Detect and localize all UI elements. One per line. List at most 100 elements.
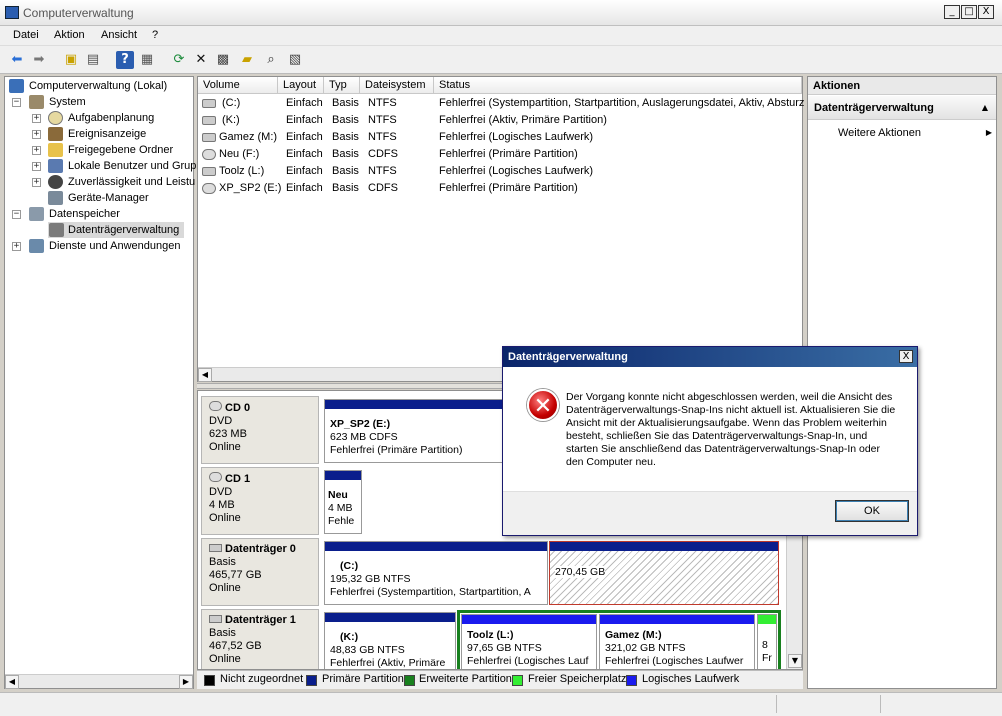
cd-drive-icon [209,401,222,411]
legend-swatch-primary [306,675,317,686]
legend-swatch-extended [404,675,415,686]
up-folder-icon[interactable]: ▣ [62,51,80,69]
refresh-icon[interactable]: ⟳ [170,51,188,69]
clock-icon [48,111,63,125]
storage-icon [29,207,44,221]
console-tree: Computerverwaltung (Lokal) − System + Au… [4,76,203,689]
help-icon[interactable]: ? [116,51,134,69]
partition-xp-sp2[interactable]: XP_SP2 (E:) 623 MB CDFS Fehlerfrei (Prim… [324,399,504,463]
tree-item-datentraegerverwaltung[interactable]: Datenträgerverwaltung [48,222,184,238]
expand-icon[interactable]: + [32,162,41,171]
legend-label: Primäre Partition [322,673,404,685]
device-manager-icon [48,191,63,205]
legend-label: Freier Speicherplatz [528,673,627,685]
expand-icon[interactable]: + [32,146,41,155]
actions-section-datentraegerverwaltung[interactable]: Datenträgerverwaltung ▲ [808,96,996,120]
logical-drive-bar [462,615,596,624]
column-header-dateisystem[interactable]: Dateisystem [360,77,434,94]
expand-icon[interactable]: + [32,114,41,123]
menu-help[interactable]: ? [152,29,158,41]
submenu-arrow-icon: ▶ [985,128,992,137]
scroll-left-icon[interactable]: ◀ [198,368,212,382]
show-hide-tree-icon[interactable]: ▤ [84,51,102,69]
users-icon [48,159,63,173]
expand-icon[interactable]: + [32,178,41,187]
back-arrow-icon[interactable]: ⬅ [8,51,26,69]
scroll-left-icon[interactable]: ◀ [5,675,19,689]
delete-icon[interactable]: ✕ [192,51,210,69]
primary-partition-bar [325,542,547,551]
minimize-button[interactable]: _ [944,5,960,19]
open-icon[interactable]: ▰ [238,51,256,69]
table-row[interactable]: XP_SP2 (E:) Einfach Basis CDFS Fehlerfre… [198,180,802,197]
column-header-layout[interactable]: Layout [278,77,324,94]
close-button[interactable]: X [978,5,994,19]
collapse-up-icon[interactable]: ▲ [982,96,988,120]
legend-label: Erweiterte Partition [419,673,512,685]
disk-label-cd0[interactable]: CD 0 DVD 623 MB Online [201,396,319,464]
status-bar [0,692,1002,716]
computer-management-icon [5,6,19,19]
expand-icon[interactable]: + [12,242,21,251]
column-header-status[interactable]: Status [434,77,802,94]
scroll-down-icon[interactable]: ▼ [788,654,802,668]
expand-icon[interactable]: + [32,130,41,139]
computer-icon [9,79,24,93]
partition-gamez[interactable]: Gamez (M:) 321,02 GB NTFS Fehlerfrei (Lo… [599,614,755,669]
ok-button[interactable]: OK [835,500,909,522]
partition-k[interactable]: (K:) 48,83 GB NTFS Fehlerfrei (Aktiv, Pr… [324,612,456,669]
shared-folder-icon [48,143,63,157]
scroll-right-icon[interactable]: ▶ [179,675,193,689]
dialog-title: Datenträgerverwaltung [503,347,917,367]
partition-toolz[interactable]: Toolz (L:) 97,65 GB NTFS Fehlerfrei (Log… [461,614,597,669]
legend: Nicht zugeordnet Primäre Partition Erwei… [197,670,803,689]
table-row[interactable]: Neu (F:) Einfach Basis CDFS Fehlerfrei (… [198,146,802,163]
console-icon[interactable]: ▦ [138,51,156,69]
collapse-icon[interactable]: − [12,98,21,107]
logical-drive-bar [600,615,754,624]
drive-icon [202,133,216,142]
partition-free[interactable]: 8 Fr [757,614,777,669]
forward-arrow-icon[interactable]: ➡ [30,51,48,69]
tree-horizontal-scrollbar[interactable]: ◀ ▶ [5,674,193,689]
partition-unallocated[interactable]: 270,45 GB [549,541,779,605]
primary-partition-bar [325,613,455,622]
properties-icon[interactable]: ▩ [214,51,232,69]
action-weitere-aktionen[interactable]: Weitere Aktionen ▶ [838,126,992,142]
window-title: Computerverwaltung [23,6,134,20]
partition-neu[interactable]: Neu 4 MB Fehle [324,470,362,534]
legend-swatch-unallocated [204,675,215,686]
legend-swatch-logical [626,675,637,686]
collapse-icon[interactable]: − [12,210,21,219]
search-icon[interactable]: ⌕ [262,51,280,69]
volume-list: Volume Layout Typ Dateisystem Status (C:… [197,76,804,382]
menu-ansicht[interactable]: Ansicht [101,29,137,41]
export-icon[interactable]: ▧ [286,51,304,69]
disk-label-disk0[interactable]: Datenträger 0 Basis 465,77 GB Online [201,538,319,606]
drive-icon [202,167,216,176]
toolbar: ⬅ ➡ ▣ ▤ ? ▦ ⟳ ✕ ▩ ▰ ⌕ ▧ [0,46,1002,74]
table-row[interactable]: (K:) Einfach Basis NTFS Fehlerfrei (Akti… [198,112,802,129]
drive-icon [202,116,216,125]
table-row[interactable]: Gamez (M:) Einfach Basis NTFS Fehlerfrei… [198,129,802,146]
column-header-volume[interactable]: Volume [198,77,278,94]
column-header-typ[interactable]: Typ [324,77,360,94]
partition-c[interactable]: (C:) 195,32 GB NTFS Fehlerfrei (Systempa… [324,541,548,605]
menu-bar: Datei Aktion Ansicht ? [0,26,1002,46]
disk-icon [209,615,222,623]
menu-aktion[interactable]: Aktion [54,29,85,41]
maximize-button[interactable]: □ [961,5,977,19]
dialog-close-button[interactable]: X [899,350,913,363]
disk-label-disk1[interactable]: Datenträger 1 Basis 467,52 GB Online [201,609,319,669]
menu-datei[interactable]: Datei [13,29,39,41]
disk-management-icon [49,223,64,237]
table-row[interactable]: (C:) Einfach Basis NTFS Fehlerfrei (Syst… [198,95,804,112]
tools-icon [29,95,44,109]
status-divider [776,695,777,713]
primary-partition-bar [325,471,361,480]
disk-label-cd1[interactable]: CD 1 DVD 4 MB Online [201,467,319,535]
free-space-bar [758,615,776,624]
primary-partition-bar [325,400,503,409]
cd-drive-icon [202,149,216,160]
table-row[interactable]: Toolz (L:) Einfach Basis NTFS Fehlerfrei… [198,163,802,180]
